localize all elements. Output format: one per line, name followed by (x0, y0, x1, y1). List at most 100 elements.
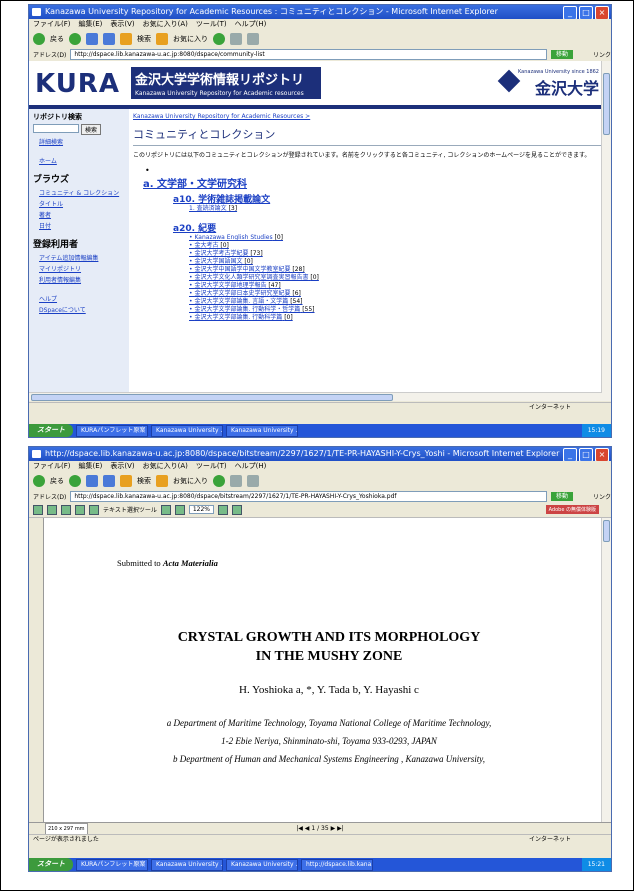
mail-icon[interactable] (230, 33, 242, 45)
back-icon[interactable] (33, 475, 45, 487)
minimize-button[interactable]: _ (563, 6, 577, 19)
adobe-promo-button[interactable]: Adobe の無償体験版 (545, 505, 599, 514)
history-icon[interactable] (213, 475, 225, 487)
favorites-star-icon[interactable] (156, 33, 168, 45)
collection-link-a20[interactable]: a20. 紀要 (173, 221, 601, 234)
back-label[interactable]: 戻る (50, 34, 64, 44)
list-item[interactable]: • 金沢大学国語国文 [0] (189, 258, 601, 266)
links-label[interactable]: リンク (593, 492, 611, 501)
scroll-thumb[interactable] (31, 394, 393, 401)
start-button[interactable]: スタート (29, 858, 73, 871)
email-icon[interactable] (61, 504, 71, 515)
horizontal-scrollbar[interactable] (29, 392, 602, 401)
list-item[interactable]: 1. 査読済論文 [3] (189, 205, 601, 213)
scroll-thumb[interactable] (603, 520, 610, 542)
university-logo[interactable]: Kanazawa University since 1862 金沢大学 (518, 69, 599, 99)
taskbar-item[interactable]: Kanazawa University ... (151, 858, 223, 871)
list-item[interactable]: • 金沢大学中国語学中国文学教室紀要 [28] (189, 266, 601, 274)
zoom-icon[interactable] (174, 504, 185, 515)
address-input[interactable]: http://dspace.lib.kanazawa-u.ac.jp:8080/… (70, 490, 547, 502)
menu-tools[interactable]: ツール(T) (196, 461, 227, 472)
vertical-scrollbar[interactable] (601, 518, 611, 822)
snapshot-icon[interactable] (160, 504, 171, 515)
menu-file[interactable]: ファイル(F) (33, 19, 71, 30)
list-item-label[interactable]: 金大考古 (194, 242, 218, 249)
list-item-label[interactable]: 金沢大学文学部論集. 言語・文学篇 (194, 298, 288, 305)
menu-favorites[interactable]: お気に入り(A) (143, 461, 188, 472)
mail-icon[interactable] (230, 475, 242, 487)
taskbar-item[interactable]: Kanazawa University ... (226, 858, 298, 871)
hand-tool-icon[interactable] (89, 504, 99, 515)
list-item[interactable]: • 金沢大学文化人類学研究室調査実習報告書 [0] (189, 274, 601, 282)
links-label[interactable]: リンク (593, 50, 611, 59)
rotate-icon[interactable] (231, 504, 242, 515)
list-item-label[interactable]: 金沢大学考古学紀要 (194, 250, 248, 257)
advanced-search-link[interactable]: 詳細検索 (29, 136, 129, 147)
home-icon[interactable] (120, 33, 132, 45)
favorites-star-icon[interactable] (156, 475, 168, 487)
taskbar-item[interactable]: KURAパンフレット原案 (76, 424, 148, 437)
breadcrumb[interactable]: Kanazawa University Repository for Acade… (133, 113, 601, 120)
list-item[interactable]: • 金沢大学文学部日本史学研究室紀要 [6] (189, 290, 601, 298)
home-icon[interactable] (120, 475, 132, 487)
menu-favorites[interactable]: お気に入り(A) (143, 19, 188, 30)
sidebar-item-about-dspace[interactable]: DSpaceについて (29, 304, 129, 315)
list-item[interactable]: • 金沢大学考古学紀要 [73] (189, 250, 601, 258)
vertical-scrollbar[interactable] (601, 61, 611, 401)
list-item[interactable]: • 金沢大学文学部論集. 言語・文学篇 [54] (189, 298, 601, 306)
maximize-button[interactable]: □ (579, 448, 593, 461)
favorites-toolbar-label[interactable]: お気に入り (173, 34, 208, 44)
kura-logo[interactable]: KURA (35, 69, 120, 99)
back-label[interactable]: 戻る (50, 476, 64, 486)
window-titlebar[interactable]: http://dspace.lib.kanazawa-u.ac.jp:8080/… (29, 447, 611, 461)
page-counter[interactable]: 1 / 35 (311, 825, 328, 832)
sidebar-home-link[interactable]: ホーム (29, 155, 129, 166)
sidebar-item-edit-items[interactable]: アイテム追加情報編集 (29, 252, 129, 263)
list-item-label[interactable]: 金沢大学文学部日本史学研究室紀要 (194, 290, 290, 297)
search-toolbar-label[interactable]: 検索 (137, 476, 151, 486)
go-button[interactable]: 移動 (550, 491, 573, 501)
menu-edit[interactable]: 編集(E) (79, 19, 103, 30)
refresh-icon[interactable] (103, 475, 115, 487)
back-icon[interactable] (33, 33, 45, 45)
search-input[interactable] (33, 124, 79, 133)
next-page-button[interactable]: ▶ ▶| (331, 825, 344, 832)
taskbar-item[interactable]: KURAパンフレット原案 (76, 858, 148, 871)
list-item[interactable]: • 金沢大学文学部論集. 行動科学・哲学篇 [55] (189, 306, 601, 314)
stop-icon[interactable] (86, 475, 98, 487)
sidebar-item-communities[interactable]: コミュニティ & コレクション (29, 187, 129, 198)
collection-link-a10[interactable]: a10. 学術雑誌掲載論文 (173, 192, 601, 205)
forward-icon[interactable] (69, 475, 81, 487)
menu-help[interactable]: ヘルプ(H) (235, 19, 267, 30)
zoom-in-icon[interactable] (217, 504, 228, 515)
menu-help[interactable]: ヘルプ(H) (235, 461, 267, 472)
list-item-label[interactable]: 金沢大学国語国文 (194, 258, 242, 265)
favorites-toolbar-label[interactable]: お気に入り (173, 476, 208, 486)
print-icon[interactable] (247, 475, 259, 487)
list-item[interactable]: • 金沢大学文学部地理学報告 [47] (189, 282, 601, 290)
list-item-label[interactable]: 金沢大学文学部論集. 行動科学・哲学篇 (194, 306, 300, 313)
list-item-label[interactable]: 金沢大学文学部地理学報告 (194, 282, 266, 289)
menu-edit[interactable]: 編集(E) (79, 461, 103, 472)
close-button[interactable]: × (595, 6, 609, 19)
sidebar-item-title[interactable]: タイトル (29, 198, 129, 209)
list-item-label[interactable]: Kanazawa English Studies (194, 234, 272, 241)
scroll-thumb[interactable] (603, 73, 610, 135)
search-icon[interactable] (75, 504, 85, 515)
window-titlebar[interactable]: Kanazawa University Repository for Acade… (29, 5, 611, 19)
minimize-button[interactable]: _ (563, 448, 577, 461)
menu-file[interactable]: ファイル(F) (33, 461, 71, 472)
zoom-select[interactable]: 122% (188, 505, 214, 514)
forward-icon[interactable] (69, 33, 81, 45)
taskbar-item[interactable]: Kanazawa University ... (151, 424, 223, 437)
pdf-navigation-pane[interactable] (29, 518, 44, 822)
sidebar-item-profile[interactable]: 利用者情報編集 (29, 274, 129, 285)
list-item-label[interactable]: 1. 査読済論文 (189, 205, 227, 212)
address-input[interactable]: http://dspace.lib.kanazawa-u.ac.jp:8080/… (70, 48, 547, 60)
close-button[interactable]: × (595, 448, 609, 461)
first-page-button[interactable]: |◀ ◀ (296, 825, 311, 832)
list-item-label[interactable]: 金沢大学中国語学中国文学教室紀要 (194, 266, 290, 273)
menu-view[interactable]: 表示(V) (110, 461, 134, 472)
maximize-button[interactable]: □ (579, 6, 593, 19)
history-icon[interactable] (213, 33, 225, 45)
